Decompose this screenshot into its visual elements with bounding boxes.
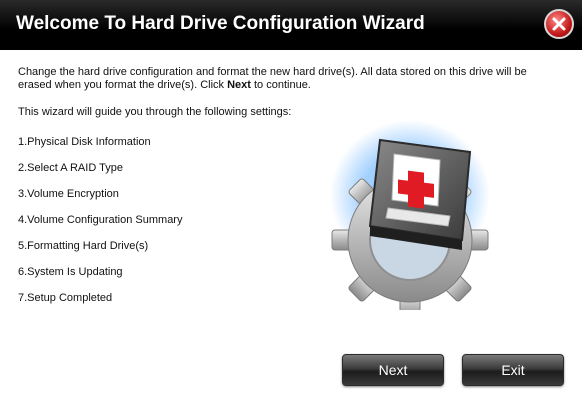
step-item: 5.Formatting Hard Drive(s) <box>18 240 149 252</box>
title-bar: Welcome To Hard Drive Configuration Wiza… <box>0 0 582 50</box>
close-icon <box>552 17 566 31</box>
step-item: 6.System Is Updating <box>18 266 123 278</box>
step-item: 1.Physical Disk Information <box>18 136 151 148</box>
step-item: 2.Select A RAID Type <box>18 162 123 174</box>
window-title: Welcome To Hard Drive Configuration Wiza… <box>16 13 425 34</box>
intro-next-word: Next <box>227 79 251 91</box>
intro-text-after: to continue. <box>250 79 311 91</box>
hard-drive-gear-icon <box>330 110 500 319</box>
next-button[interactable]: Next <box>342 354 444 386</box>
step-item: 4.Volume Configuration Summary <box>18 214 183 226</box>
step-item: 7.Setup Completed <box>18 292 113 304</box>
steps-list: 1.Physical Disk Information 2.Select A R… <box>18 136 182 318</box>
intro-text: Change the hard drive configuration and … <box>18 66 558 92</box>
close-button[interactable] <box>544 9 574 39</box>
step-item: 3.Volume Encryption <box>18 188 119 200</box>
exit-button[interactable]: Exit <box>462 354 564 386</box>
guide-text: This wizard will guide you through the f… <box>18 106 292 118</box>
